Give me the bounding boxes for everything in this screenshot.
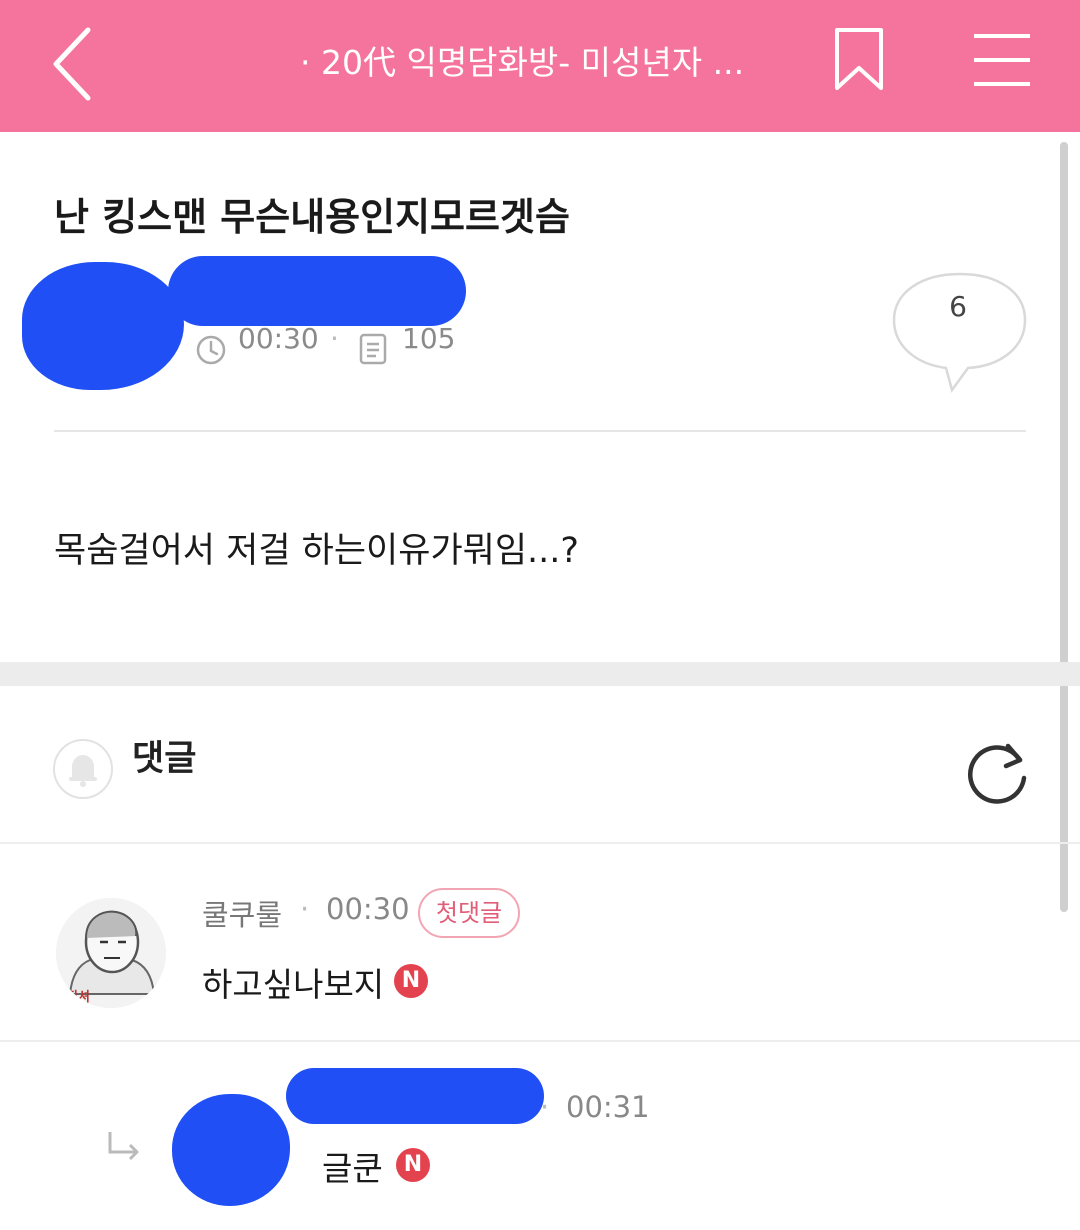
first-comment-badge: 첫댓글 bbox=[418, 888, 520, 938]
bookmark-icon[interactable] bbox=[832, 26, 886, 92]
comment-bubble-icon[interactable] bbox=[890, 270, 1030, 394]
comments-heading: 댓글 bbox=[132, 739, 197, 779]
redacted-avatar bbox=[22, 262, 184, 390]
reply-time: 00:31 bbox=[566, 1090, 650, 1124]
redacted-reply-author bbox=[286, 1068, 544, 1124]
new-badge: N bbox=[394, 964, 428, 998]
post-body: 목숨걸어서 저걸 하는이유가뭐임...? bbox=[54, 531, 580, 571]
comment-text: 하고싶나보지 bbox=[202, 965, 385, 1004]
refresh-icon[interactable] bbox=[960, 734, 1036, 810]
reply-text: 글쿤 bbox=[322, 1149, 383, 1188]
views-icon bbox=[359, 333, 387, 365]
post-time: 00:30 bbox=[238, 322, 319, 355]
redacted-author-name bbox=[168, 256, 466, 326]
scrollbar[interactable] bbox=[1060, 142, 1068, 912]
bell-icon[interactable] bbox=[52, 738, 114, 800]
avatar[interactable]: 픽셔 bbox=[56, 898, 166, 1008]
comment-count: 6 bbox=[949, 290, 967, 323]
comment-time: 00:30 bbox=[326, 892, 410, 926]
board-title[interactable]: · 20代 익명담화방- 미성년자 ... bbox=[300, 38, 800, 88]
post-views: 105 bbox=[402, 322, 456, 355]
divider bbox=[54, 430, 1026, 432]
redacted-reply-avatar bbox=[172, 1094, 290, 1206]
row-divider bbox=[0, 842, 1080, 844]
post-title: 난 킹스맨 무슨내용인지모르겟슴 bbox=[54, 195, 570, 239]
section-divider bbox=[0, 662, 1080, 686]
comment-author[interactable]: 쿨쿠룰 bbox=[202, 892, 282, 934]
reply-arrow-icon bbox=[108, 1132, 139, 1161]
clock-icon bbox=[196, 335, 226, 365]
row-divider bbox=[0, 1040, 1080, 1042]
comment-meta-separator: · bbox=[300, 892, 310, 926]
meta-separator: · bbox=[330, 322, 339, 355]
new-badge: N bbox=[396, 1148, 430, 1182]
app-header: · 20代 익명담화방- 미성년자 ... bbox=[0, 0, 1080, 132]
hamburger-menu-icon[interactable] bbox=[970, 30, 1034, 90]
reply-meta-separator: · bbox=[540, 1090, 550, 1124]
back-chevron-icon[interactable] bbox=[44, 24, 104, 104]
avatar-caption: 픽셔 bbox=[66, 990, 90, 1005]
